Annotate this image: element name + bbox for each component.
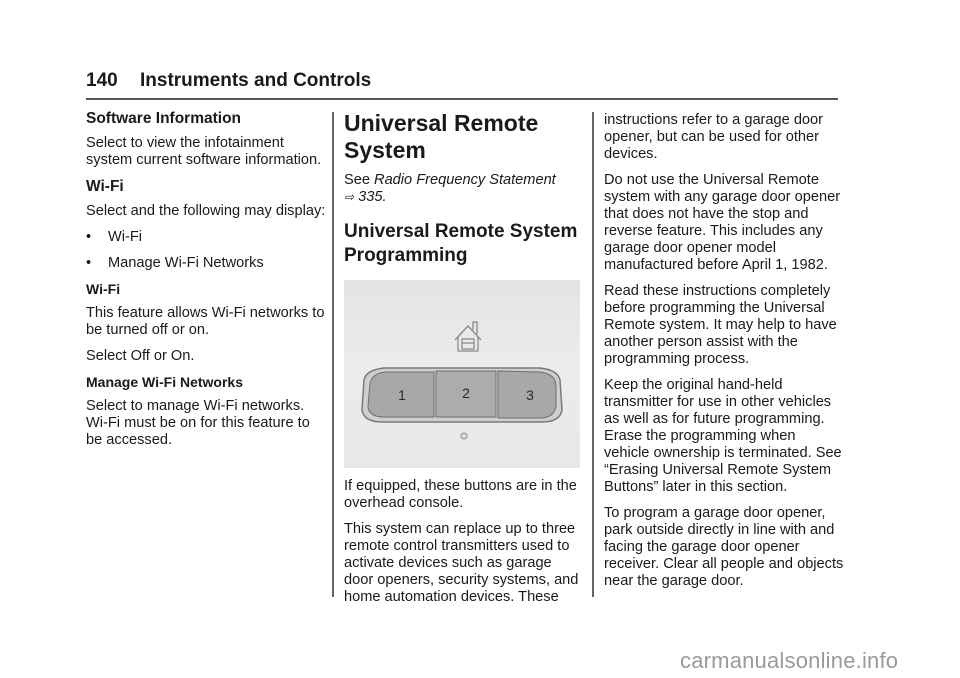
list-item-text: Manage Wi-Fi Networks <box>108 255 264 271</box>
wifi-sub-text: This feature allows Wi-Fi networks to be… <box>86 305 325 338</box>
column-2: Universal Remote System See Radio Freque… <box>344 110 584 615</box>
paragraph: To program a garage door opener, park ou… <box>604 505 844 589</box>
programming-subtitle: Universal Remote System Programming <box>344 221 578 266</box>
overhead-console-illustration: 1 2 3 <box>361 321 563 440</box>
software-info-text: Select to view the infotainment system c… <box>86 135 322 168</box>
remote-button-2[interactable]: 2 <box>435 370 497 418</box>
remote-button-3[interactable]: 3 <box>497 370 557 419</box>
button-2-label: 2 <box>462 385 470 401</box>
watermark: carmanualsonline.info <box>680 648 899 673</box>
paragraph: Keep the original hand-held transmitter … <box>604 377 842 495</box>
page-arrow-icon: ⇨ <box>344 190 355 204</box>
paragraph: Read these instructions completely befor… <box>604 283 837 367</box>
button-1-label: 1 <box>398 387 406 403</box>
column-divider <box>332 112 334 597</box>
bullet-icon: • <box>86 255 92 271</box>
page-number: 140 <box>86 70 118 91</box>
section-title: Instruments and Controls <box>140 70 372 91</box>
indicator-light-icon <box>460 432 468 440</box>
software-info-heading: Software Information <box>86 110 242 127</box>
list-item-text: Wi-Fi <box>108 229 143 245</box>
wifi-sub-heading: Wi-Fi <box>86 281 121 297</box>
button-3-label: 3 <box>526 387 534 403</box>
paragraph: instructions refer to a garage door open… <box>604 112 824 162</box>
list-item: • Manage Wi-Fi Networks <box>86 255 326 272</box>
paragraph: Do not use the Universal Remote system w… <box>604 172 841 273</box>
see-reference-link[interactable]: Radio Frequency Statement <box>374 172 556 188</box>
paragraph: If equipped, these buttons are in the ov… <box>344 478 577 511</box>
garage-home-icon <box>454 321 482 352</box>
wifi-intro: Select and the following may display: <box>86 203 326 219</box>
see-prefix: See <box>344 172 375 188</box>
list-item: • Wi-Fi <box>86 229 326 246</box>
see-page-number: 335. <box>354 189 387 205</box>
see-reference: See Radio Frequency Statement ⇨ 335. <box>344 172 584 206</box>
paragraph: This system can replace up to three remo… <box>344 521 579 605</box>
wifi-heading: Wi-Fi <box>86 178 124 195</box>
column-1: Software Information Select to view the … <box>86 110 326 458</box>
column-divider <box>592 112 594 597</box>
wifi-sub-text-2: Select Off or On. <box>86 348 195 364</box>
column-3: instructions refer to a garage door open… <box>604 112 844 599</box>
manage-wifi-heading: Manage Wi-Fi Networks <box>86 374 244 390</box>
remote-button-1[interactable]: 1 <box>367 371 435 418</box>
overhead-console-figure: 1 2 3 <box>344 280 580 468</box>
bullet-icon: • <box>86 229 92 245</box>
header-rule <box>86 98 838 100</box>
manage-wifi-text: Select to manage Wi-Fi networks. Wi-Fi m… <box>86 398 310 448</box>
universal-remote-title: Universal Remote System <box>344 110 539 163</box>
